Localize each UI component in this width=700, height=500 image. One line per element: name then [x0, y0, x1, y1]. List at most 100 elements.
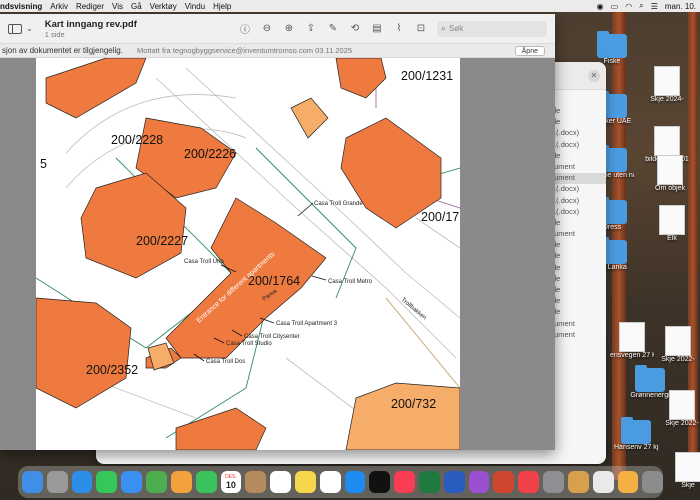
- dock-safari-icon[interactable]: [71, 471, 93, 493]
- document-area[interactable]: 200/1231 200/2228 200/2226 200/17 200/22…: [0, 58, 555, 450]
- document-icon: [675, 452, 700, 482]
- dock-launchpad-icon[interactable]: [46, 471, 68, 493]
- menu-verktoy[interactable]: Verktøy: [150, 2, 177, 11]
- dock-messages-icon[interactable]: [96, 471, 118, 493]
- rotate-icon[interactable]: ⟲: [349, 23, 361, 34]
- dock-appstore-icon[interactable]: [344, 471, 366, 493]
- menu-rediger[interactable]: Rediger: [76, 2, 104, 11]
- document-page-count: 1 side: [44, 29, 65, 39]
- building: [36, 297, 132, 409]
- chevron-down-icon[interactable]: ⌄: [26, 24, 33, 33]
- wifi-icon[interactable]: ◠: [625, 2, 632, 11]
- menubar: ndsvisning Arkiv Rediger Vis Gå Verktøy …: [0, 0, 700, 12]
- zoom-in-icon[interactable]: ⊕: [283, 23, 295, 34]
- dock-calendar-icon[interactable]: DES. 10: [220, 471, 242, 493]
- desktop-file[interactable]: Skje 2022-: [660, 390, 700, 428]
- document-icon: [654, 66, 680, 96]
- dock-maps-icon[interactable]: [146, 471, 167, 493]
- parcel-label: 200/17: [421, 210, 459, 224]
- label-dos: Casa Troll Dos: [206, 359, 245, 365]
- pdf-page[interactable]: 200/1231 200/2228 200/2226 200/17 200/22…: [36, 58, 460, 450]
- document-icon: [619, 322, 645, 352]
- desktop-item-label: ensvegen 27 Klage: [610, 352, 654, 359]
- document-icon: [657, 155, 683, 185]
- desktop-file[interactable]: ensvegen 27 Klage: [610, 322, 654, 360]
- desktop-item-label: Skje 2022-: [665, 420, 699, 427]
- search-field[interactable]: ⌕ Søk: [437, 20, 547, 37]
- menu-vis[interactable]: Vis: [112, 2, 123, 11]
- parcel-label: 200/2226: [184, 147, 236, 161]
- document-icon: [659, 205, 685, 235]
- battery-icon[interactable]: ▭: [611, 2, 619, 11]
- dock-podcasts-icon[interactable]: [468, 471, 490, 493]
- info-icon[interactable]: ⓘ: [239, 21, 251, 36]
- folder-icon: [621, 417, 651, 444]
- banner-received-from: Mottatt fra tegnogbyggservice@inventumtr…: [136, 46, 353, 55]
- dock-freeform-icon[interactable]: [319, 471, 341, 493]
- desktop-file[interactable]: Skje: [666, 452, 700, 490]
- label-uno: Casa Troll Uno: [184, 259, 224, 265]
- calendar-day: 10: [225, 480, 236, 490]
- dock-chrome-icon[interactable]: [592, 471, 614, 493]
- dock-photos-icon[interactable]: [170, 471, 192, 493]
- parcel-label: 200/2228: [111, 133, 163, 147]
- desktop-folder[interactable]: Hansenv 27 kjøp: [614, 417, 658, 452]
- open-button[interactable]: Åpne: [514, 45, 545, 56]
- zoom-out-icon[interactable]: ⊖: [261, 23, 273, 34]
- sidebar-toggle-icon[interactable]: [8, 23, 22, 34]
- building: [175, 407, 267, 450]
- search-icon[interactable]: ⌕: [639, 1, 643, 11]
- desktop-file[interactable]: Skje 2022-: [656, 326, 700, 364]
- desktop-file[interactable]: Skje 2024-: [645, 66, 689, 104]
- desktop-file[interactable]: Elk: [650, 205, 694, 243]
- dock-news-icon[interactable]: [518, 471, 540, 493]
- markup-icon[interactable]: ✎: [327, 23, 339, 34]
- dock-reminders-icon[interactable]: [270, 471, 291, 493]
- label-road: Trollbakken: [400, 297, 427, 321]
- menu-arkiv[interactable]: Arkiv: [50, 2, 68, 11]
- desktop-file[interactable]: Om objek: [648, 155, 692, 193]
- dock-finder-icon[interactable]: [22, 471, 43, 493]
- building-small: [290, 97, 329, 139]
- parcel-label: 5: [40, 157, 47, 171]
- document-icon: [654, 126, 680, 156]
- dock-trash-icon[interactable]: [642, 471, 664, 493]
- desktop-item-label: Om objek: [655, 185, 685, 192]
- parcel-label: 200/2227: [136, 234, 188, 248]
- banner-message: sjon av dokumentet er tilgjengelig.: [2, 46, 123, 55]
- dock-notes-icon[interactable]: [294, 471, 316, 493]
- folder-icon: [635, 365, 665, 392]
- dock-word-icon[interactable]: [443, 471, 465, 493]
- form-icon[interactable]: ⊡: [415, 23, 427, 34]
- dock-powerpoint-icon[interactable]: [493, 471, 515, 493]
- dock-contacts-icon[interactable]: [245, 471, 267, 493]
- document-filename[interactable]: Kart inngang rev.pdf: [45, 19, 137, 30]
- control-center-icon[interactable]: ☰: [651, 2, 658, 11]
- preview-toolbar: ⌄ Kart inngang rev.pdf 1 side ⓘ ⊖ ⊕ ⇪ ✎ …: [0, 14, 555, 44]
- menu-vindu[interactable]: Vindu: [185, 2, 205, 11]
- close-icon[interactable]: ✕: [588, 70, 600, 82]
- dock-preview-icon[interactable]: [567, 471, 589, 493]
- dock-excel-icon[interactable]: [419, 471, 440, 493]
- share-icon[interactable]: ⇪: [305, 23, 317, 34]
- desktop-item-label: Hansenv 27 kjøp: [614, 444, 658, 451]
- dock-photos-2-icon[interactable]: [617, 471, 639, 493]
- document-icon: [665, 326, 691, 356]
- annotate-icon[interactable]: ⌇: [393, 23, 405, 34]
- menu-app[interactable]: ndsvisning: [0, 2, 42, 11]
- menubar-clock[interactable]: man. 10.: [665, 2, 696, 11]
- dock-system-settings-icon[interactable]: [543, 471, 564, 493]
- dock-facetime-icon[interactable]: [195, 471, 217, 493]
- document-title: Kart inngang rev.pdf 1 side: [45, 19, 137, 39]
- dock-mail-icon[interactable]: [121, 471, 143, 493]
- dock-tv-icon[interactable]: [369, 471, 391, 493]
- highlight-icon[interactable]: ▤: [371, 23, 383, 34]
- dock-music-icon[interactable]: [394, 471, 415, 493]
- label-citysenter: Casa Troll Citysenter: [244, 334, 300, 340]
- building-light: [345, 382, 460, 450]
- menu-hjelp[interactable]: Hjelp: [213, 2, 231, 11]
- screen-record-icon[interactable]: ◉: [597, 2, 604, 11]
- desktop-item-label: Skje 2024-: [650, 96, 684, 103]
- menu-ga[interactable]: Gå: [131, 2, 142, 11]
- parcel-label: 200/1231: [401, 69, 453, 83]
